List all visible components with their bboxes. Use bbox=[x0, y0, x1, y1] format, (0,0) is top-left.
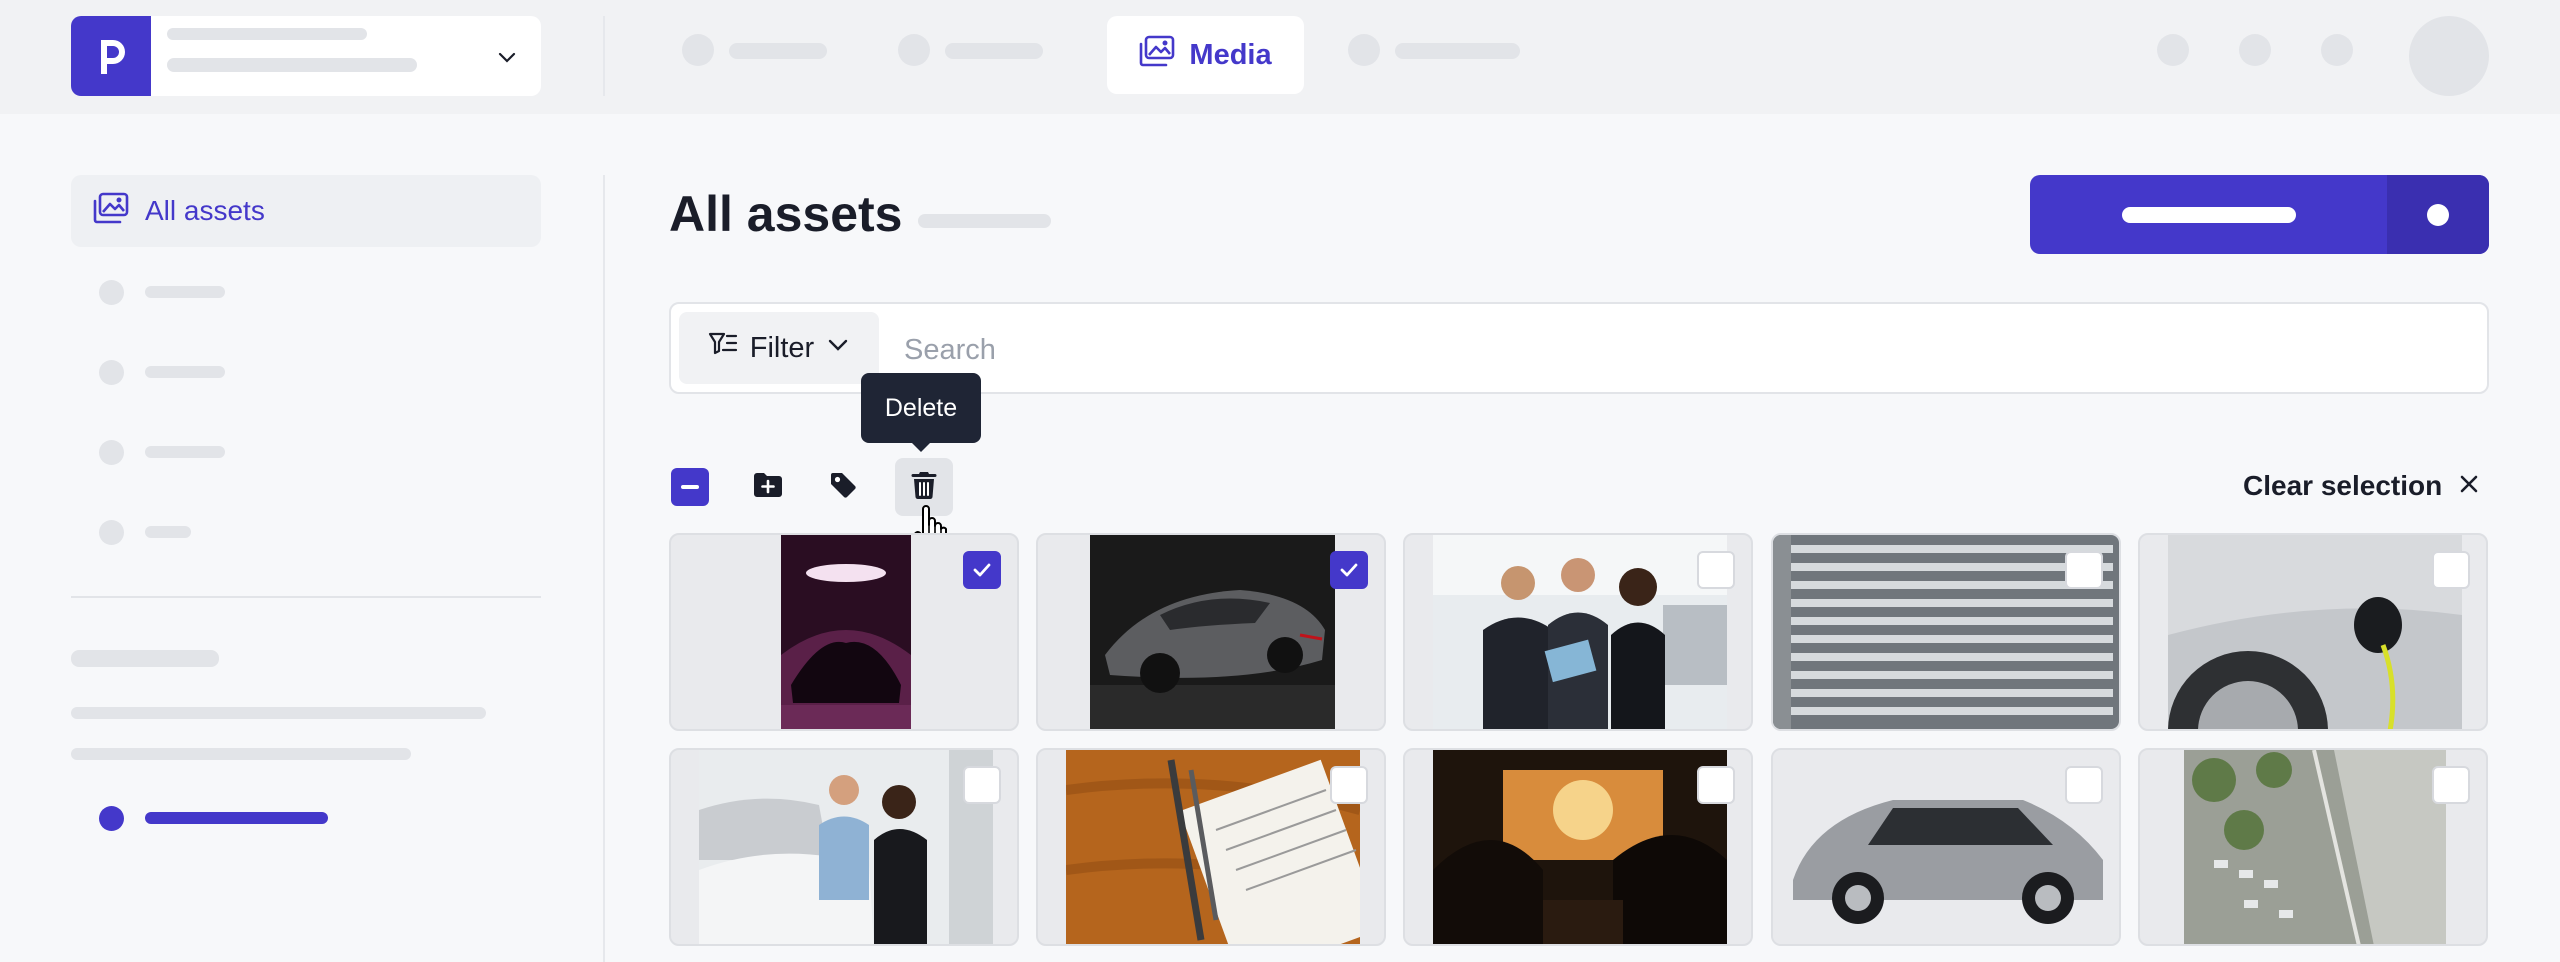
nav-tab-placeholder-icon bbox=[1348, 34, 1380, 66]
search-input[interactable]: Search bbox=[904, 334, 996, 367]
tag-icon bbox=[829, 471, 857, 504]
asset-card[interactable] bbox=[1036, 533, 1386, 731]
move-to-folder-button[interactable] bbox=[744, 463, 792, 511]
filter-button[interactable]: Filter bbox=[679, 312, 879, 384]
tab-media-label: Media bbox=[1189, 38, 1272, 71]
asset-checkbox[interactable] bbox=[1697, 766, 1735, 804]
images-icon bbox=[93, 192, 129, 231]
tab-media[interactable]: Media bbox=[1107, 16, 1304, 94]
filter-icon bbox=[708, 331, 738, 365]
asset-card[interactable] bbox=[2138, 533, 2488, 731]
sidebar-text-placeholder bbox=[71, 748, 411, 760]
chevron-down-icon bbox=[496, 46, 518, 73]
asset-thumbnail bbox=[2168, 535, 2462, 729]
clear-selection-label: Clear selection bbox=[2243, 470, 2443, 501]
delete-tooltip: Delete bbox=[861, 373, 981, 452]
nav-tab-placeholder[interactable] bbox=[945, 43, 1043, 59]
select-all-checkbox[interactable] bbox=[671, 468, 709, 506]
asset-thumbnail bbox=[1433, 535, 1727, 729]
upload-menu-toggle[interactable] bbox=[2387, 175, 2489, 254]
page-title: All assets bbox=[669, 186, 903, 242]
nav-tab-placeholder[interactable] bbox=[1395, 43, 1520, 59]
upload-button[interactable] bbox=[2030, 175, 2489, 254]
tag-button[interactable] bbox=[819, 463, 867, 511]
asset-checkbox[interactable] bbox=[1330, 766, 1368, 804]
asset-thumbnail bbox=[781, 535, 911, 729]
asset-thumbnail bbox=[2184, 750, 2446, 944]
asset-card[interactable] bbox=[2138, 748, 2488, 946]
asset-card[interactable] bbox=[1036, 748, 1386, 946]
sidebar-border bbox=[603, 175, 605, 962]
clear-selection-button[interactable]: Clear selection bbox=[2243, 470, 2480, 502]
asset-card[interactable] bbox=[1403, 533, 1753, 731]
header-action-icon[interactable] bbox=[2321, 34, 2353, 66]
asset-checkbox[interactable] bbox=[1697, 551, 1735, 589]
organization-switcher[interactable] bbox=[71, 16, 541, 96]
asset-thumbnail bbox=[1433, 750, 1727, 944]
sidebar-item-all-assets[interactable]: All assets bbox=[71, 175, 541, 247]
top-bar: Media bbox=[0, 0, 2560, 114]
asset-checkbox[interactable] bbox=[2432, 551, 2470, 589]
images-icon bbox=[1139, 35, 1175, 75]
header-action-icon[interactable] bbox=[2239, 34, 2271, 66]
asset-thumbnail bbox=[699, 750, 993, 944]
asset-checkbox[interactable] bbox=[2432, 766, 2470, 804]
asset-count-placeholder bbox=[918, 214, 1051, 228]
avatar[interactable] bbox=[2409, 16, 2489, 96]
asset-thumbnail bbox=[1066, 750, 1360, 944]
asset-checkbox[interactable] bbox=[2065, 766, 2103, 804]
asset-card[interactable] bbox=[1771, 748, 2121, 946]
asset-checkbox[interactable] bbox=[1330, 551, 1368, 589]
app-logo bbox=[71, 16, 151, 96]
asset-card[interactable] bbox=[669, 748, 1019, 946]
nav-tab-placeholder-icon bbox=[898, 34, 930, 66]
sidebar-section-heading-placeholder bbox=[71, 650, 219, 667]
sidebar-text-placeholder bbox=[71, 707, 486, 719]
chevron-down-icon bbox=[826, 332, 850, 365]
asset-checkbox[interactable] bbox=[963, 551, 1001, 589]
asset-card[interactable] bbox=[669, 533, 1019, 731]
folder-plus-icon bbox=[753, 472, 783, 503]
trash-icon bbox=[911, 470, 937, 505]
sidebar-divider bbox=[71, 596, 541, 598]
close-icon bbox=[2458, 470, 2480, 502]
filter-label: Filter bbox=[749, 331, 815, 364]
asset-card[interactable] bbox=[1771, 533, 2121, 731]
sidebar-item-label: All assets bbox=[145, 195, 265, 226]
nav-tab-placeholder[interactable] bbox=[729, 43, 827, 59]
header-action-icon[interactable] bbox=[2157, 34, 2189, 66]
asset-checkbox[interactable] bbox=[963, 766, 1001, 804]
nav-tab-placeholder-icon bbox=[682, 34, 714, 66]
asset-card[interactable] bbox=[1403, 748, 1753, 946]
asset-checkbox[interactable] bbox=[2065, 551, 2103, 589]
asset-thumbnail bbox=[1090, 535, 1335, 729]
